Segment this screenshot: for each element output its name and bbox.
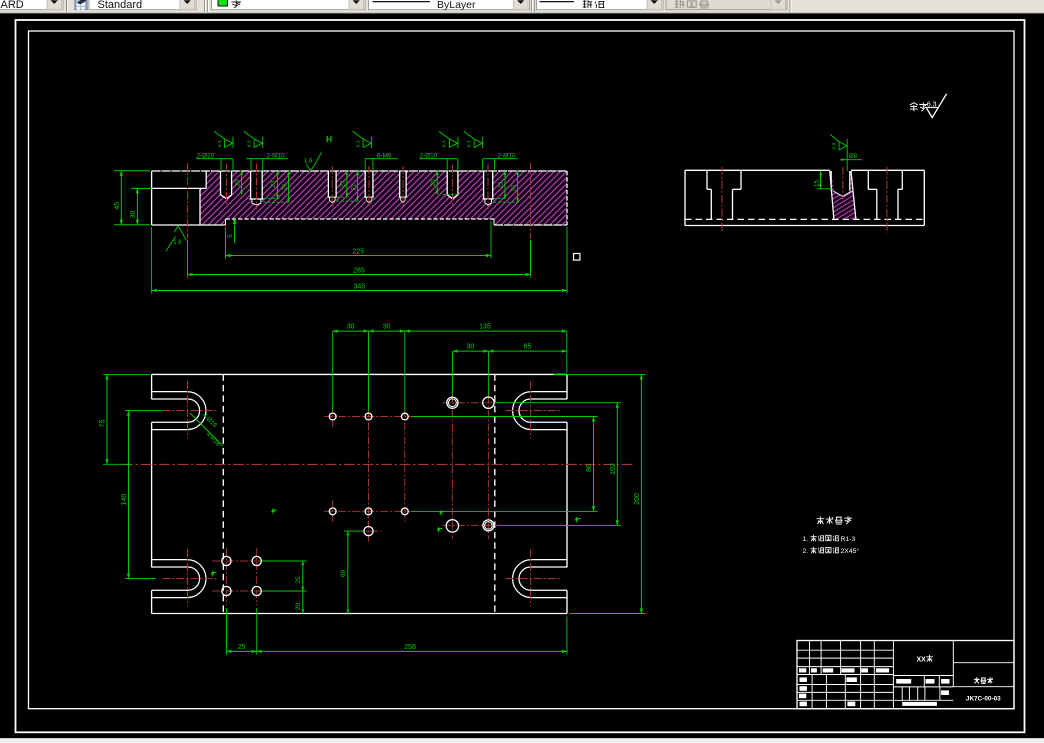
svg-text:80: 80 [586, 464, 593, 472]
svg-text:H: H [326, 134, 332, 144]
svg-text:20: 20 [430, 179, 437, 186]
svg-text:25: 25 [295, 576, 302, 584]
svg-text:6.3: 6.3 [442, 140, 448, 147]
svg-text:1.: 1. [803, 536, 809, 543]
svg-text:135: 135 [479, 324, 491, 331]
svg-text:225: 225 [352, 248, 364, 255]
svg-text:65: 65 [524, 344, 532, 351]
svg-text:Standard: Standard [98, 0, 143, 11]
svg-text:5: 5 [227, 234, 234, 238]
svg-text:XX: XX [917, 657, 927, 664]
svg-text:R1-3: R1-3 [841, 536, 856, 543]
svg-text:20: 20 [235, 179, 242, 186]
svg-text:20: 20 [295, 603, 302, 611]
svg-text:285: 285 [353, 267, 365, 274]
svg-text:30: 30 [347, 324, 355, 331]
svg-text:26: 26 [511, 184, 518, 191]
svg-text:23: 23 [270, 180, 277, 187]
svg-text:1.6: 1.6 [304, 159, 313, 165]
svg-text:6.3: 6.3 [217, 140, 223, 147]
svg-text:21: 21 [350, 183, 357, 190]
svg-text:ByLayer: ByLayer [437, 0, 476, 11]
svg-text:JK7C-00-03: JK7C-00-03 [966, 696, 1001, 703]
svg-text:0.8: 0.8 [831, 143, 837, 150]
svg-text:2X45°: 2X45° [841, 547, 860, 555]
svg-text:23: 23 [498, 181, 505, 188]
svg-text:6.3: 6.3 [355, 140, 361, 147]
svg-text:45: 45 [114, 202, 121, 210]
svg-text:30: 30 [130, 211, 137, 219]
svg-text:200: 200 [634, 493, 641, 505]
svg-text:Ø8: Ø8 [849, 153, 858, 160]
svg-text:30: 30 [383, 324, 391, 331]
svg-text:ARD: ARD [1, 0, 24, 11]
svg-text:30: 30 [467, 344, 475, 351]
svg-text:75: 75 [100, 419, 107, 427]
svg-text:2.: 2. [803, 548, 809, 555]
svg-text:25: 25 [238, 644, 246, 651]
svg-text:15: 15 [813, 180, 820, 188]
svg-text:6.3: 6.3 [247, 140, 253, 147]
svg-text:6.3: 6.3 [467, 140, 473, 147]
svg-text:1.6: 1.6 [173, 240, 182, 246]
svg-text:140: 140 [121, 494, 128, 506]
svg-text:102: 102 [610, 463, 617, 475]
svg-text:345: 345 [353, 283, 365, 290]
svg-text:26: 26 [281, 183, 288, 190]
svg-text:23: 23 [340, 180, 347, 187]
svg-text:258: 258 [404, 644, 416, 651]
svg-text:69: 69 [340, 570, 347, 578]
